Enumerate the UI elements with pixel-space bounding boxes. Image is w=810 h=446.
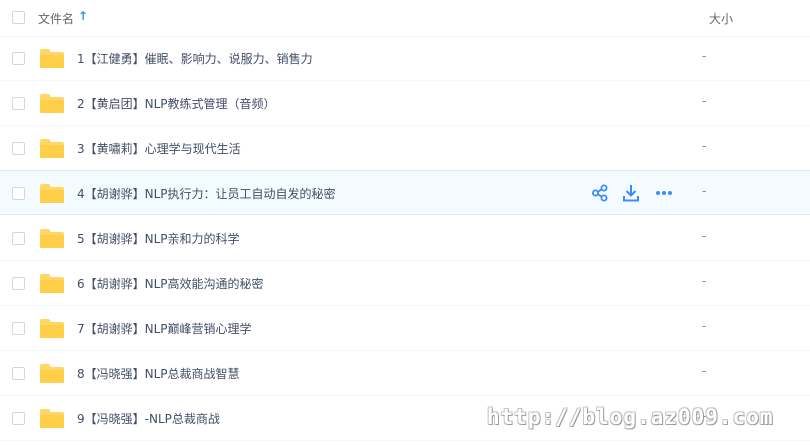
file-size: - bbox=[702, 49, 707, 63]
file-size: - bbox=[702, 274, 707, 288]
row-checkbox[interactable] bbox=[12, 142, 25, 155]
folder-icon bbox=[40, 364, 64, 383]
file-name[interactable]: 2【黄启团】NLP教练式管理（音频） bbox=[77, 95, 276, 112]
file-size: - bbox=[702, 139, 707, 153]
file-name[interactable]: 6【胡谢骅】NLP高效能沟通的秘密 bbox=[77, 275, 264, 292]
file-name[interactable]: 1【江健勇】催眠、影响力、说服力、销售力 bbox=[77, 50, 313, 67]
row-checkbox[interactable] bbox=[12, 322, 25, 335]
list-item[interactable]: 1【江健勇】催眠、影响力、说服力、销售力 - bbox=[0, 36, 810, 81]
file-name[interactable]: 3【黄嘯莉】心理学与现代生活 bbox=[77, 140, 241, 157]
file-name[interactable]: 5【胡谢骅】NLP亲和力的科学 bbox=[77, 230, 240, 247]
row-checkbox[interactable] bbox=[12, 412, 25, 425]
list-item[interactable]: 5【胡谢骅】NLP亲和力的科学 - bbox=[0, 216, 810, 261]
file-size: - bbox=[702, 94, 707, 108]
download-icon[interactable] bbox=[622, 184, 640, 202]
select-all-checkbox[interactable] bbox=[12, 11, 25, 24]
list-item[interactable]: 4【胡谢骅】NLP执行力：让员工自动自发的秘密 - bbox=[0, 170, 810, 215]
row-checkbox[interactable] bbox=[12, 232, 25, 245]
column-header-name[interactable]: 文件名 bbox=[38, 10, 74, 27]
folder-icon bbox=[40, 229, 64, 248]
file-name[interactable]: 8【冯晓强】NLP总裁商战智慧 bbox=[77, 365, 240, 382]
row-checkbox[interactable] bbox=[12, 97, 25, 110]
folder-icon bbox=[40, 49, 64, 68]
folder-icon bbox=[40, 94, 64, 113]
list-item[interactable]: 2【黄启团】NLP教练式管理（音频） - bbox=[0, 81, 810, 126]
file-name[interactable]: 9【冯晓强】-NLP总裁商战 bbox=[77, 410, 220, 427]
list-item[interactable]: 8【冯晓强】NLP总裁商战智慧 - bbox=[0, 351, 810, 396]
list-item[interactable]: 6【胡谢骅】NLP高效能沟通的秘密 - bbox=[0, 261, 810, 306]
row-checkbox[interactable] bbox=[12, 277, 25, 290]
folder-icon bbox=[40, 319, 64, 338]
folder-icon bbox=[40, 274, 64, 293]
folder-icon bbox=[40, 139, 64, 158]
file-size: - bbox=[702, 319, 707, 333]
column-header-size[interactable]: 大小 bbox=[709, 10, 733, 27]
more-icon[interactable] bbox=[655, 184, 673, 202]
folder-icon bbox=[40, 184, 64, 203]
list-header: 文件名 ↑ 大小 bbox=[0, 0, 810, 37]
share-icon[interactable] bbox=[591, 184, 609, 202]
file-name[interactable]: 4【胡谢骅】NLP执行力：让员工自动自发的秘密 bbox=[77, 185, 336, 202]
folder-icon bbox=[40, 409, 64, 428]
file-size: - bbox=[702, 229, 707, 243]
list-item[interactable]: 7【胡谢骅】NLP巅峰营销心理学 - bbox=[0, 306, 810, 351]
row-checkbox[interactable] bbox=[12, 367, 25, 380]
file-size: - bbox=[702, 184, 707, 198]
list-item[interactable]: 3【黄嘯莉】心理学与现代生活 - bbox=[0, 126, 810, 171]
arrow-up-icon[interactable]: ↑ bbox=[78, 9, 88, 23]
row-checkbox[interactable] bbox=[12, 52, 25, 65]
file-list: 文件名 ↑ 大小 1【江健勇】催眠、影响力、说服力、销售力 - 2【黄启团】NL… bbox=[0, 0, 810, 446]
file-name[interactable]: 7【胡谢骅】NLP巅峰营销心理学 bbox=[77, 320, 252, 337]
watermark-text: http://blog.az009.com bbox=[487, 405, 774, 429]
file-size: - bbox=[702, 364, 707, 378]
row-checkbox[interactable] bbox=[12, 187, 25, 200]
